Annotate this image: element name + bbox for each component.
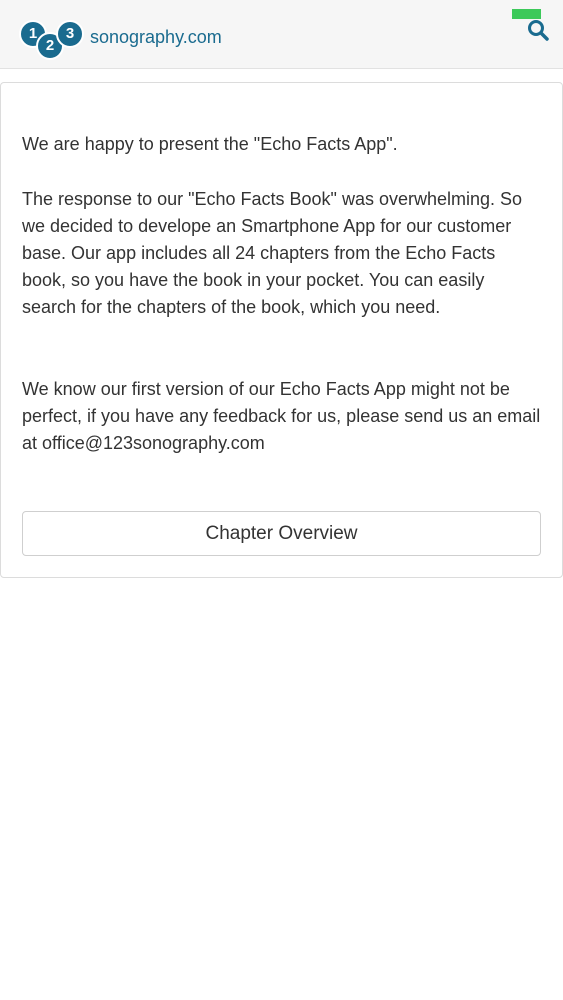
app-header: 1 2 3 sonography.com [0,0,563,69]
logo-digit-3: 3 [56,20,84,48]
logo-text: sonography.com [90,27,222,47]
intro-card: We are happy to present the "Echo Facts … [0,82,563,578]
site-logo[interactable]: 1 2 3 sonography.com [19,20,229,60]
chapter-overview-button[interactable]: Chapter Overview [22,511,541,556]
description-paragraph: The response to our "Echo Facts Book" wa… [22,189,523,317]
search-button[interactable] [526,18,552,44]
intro-paragraph: We are happy to present the "Echo Facts … [22,134,398,154]
search-icon [528,20,549,41]
feedback-paragraph: We know our first version of our Echo Fa… [22,379,541,453]
